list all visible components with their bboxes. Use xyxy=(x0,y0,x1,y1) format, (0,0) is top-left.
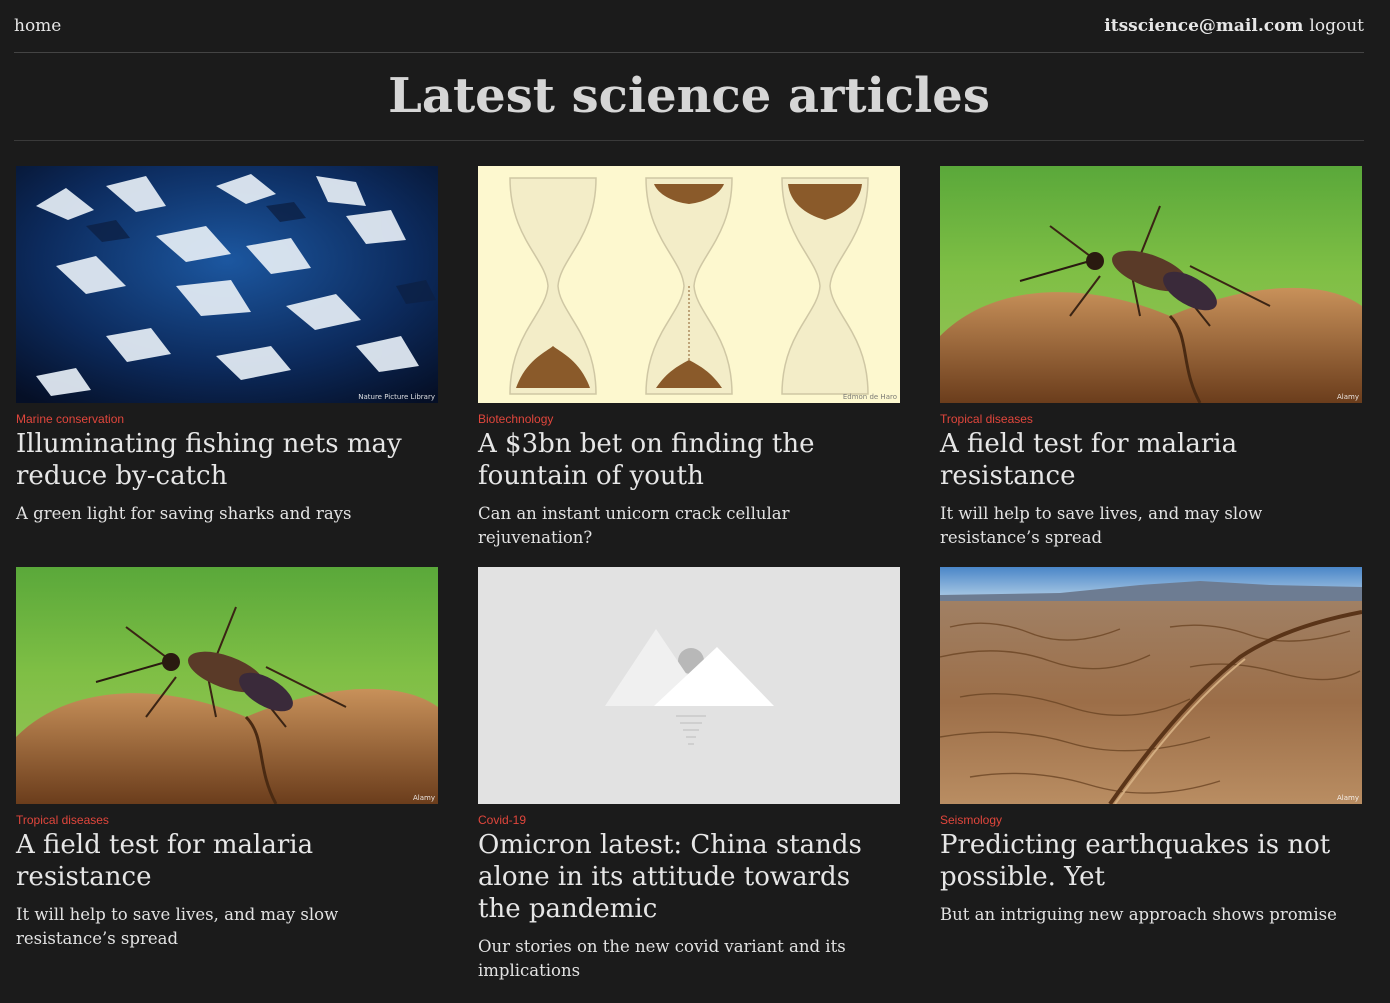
article-card[interactable]: Nature Picture Library Marine conservati… xyxy=(16,166,438,526)
image-credit: Alamy xyxy=(1337,794,1359,802)
article-category[interactable]: Biotechnology xyxy=(478,412,900,426)
article-headline[interactable]: Predicting earthquakes is not possible. … xyxy=(940,829,1362,893)
article-card[interactable]: Edmon de Haro Biotechnology A $3bn bet o… xyxy=(478,166,900,550)
page-title: Latest science articles xyxy=(14,56,1364,141)
article-card[interactable]: Alamy Tropical diseases A field test for… xyxy=(940,166,1362,550)
top-nav: home itsscience@mail.com logout xyxy=(14,0,1364,53)
article-headline[interactable]: A field test for malaria resistance xyxy=(940,428,1362,492)
article-summary: Our stories on the new covid variant and… xyxy=(478,937,846,980)
home-link[interactable]: home xyxy=(14,16,61,36)
article-category[interactable]: Covid-19 xyxy=(478,813,900,827)
article-summary: It will help to save lives, and may slow… xyxy=(16,905,339,948)
logout-link[interactable]: logout xyxy=(1309,16,1364,36)
article-image-fault-line[interactable]: Alamy xyxy=(940,567,1362,804)
article-headline[interactable]: Omicron latest: China stands alone in it… xyxy=(478,829,900,925)
image-credit: Alamy xyxy=(413,794,435,802)
article-card[interactable]: Alamy Tropical diseases A field test for… xyxy=(16,567,438,951)
image-credit: Edmon de Haro xyxy=(842,393,897,401)
article-card[interactable]: Alamy Seismology Predicting earthquakes … xyxy=(940,567,1362,927)
article-summary: But an intriguing new approach shows pro… xyxy=(940,905,1337,924)
article-headline[interactable]: Illuminating fishing nets may reduce by-… xyxy=(16,428,438,492)
article-category[interactable]: Tropical diseases xyxy=(16,813,438,827)
article-summary: It will help to save lives, and may slow… xyxy=(940,504,1263,547)
article-summary: Can an instant unicorn crack cellular re… xyxy=(478,504,790,547)
article-summary: A green light for saving sharks and rays xyxy=(16,504,352,523)
image-credit: Nature Picture Library xyxy=(358,393,435,401)
article-image-mosquito[interactable]: Alamy xyxy=(16,567,438,804)
article-headline[interactable]: A field test for malaria resistance xyxy=(16,829,438,893)
user-email: itsscience@mail.com xyxy=(1104,16,1304,36)
article-image-mosquito[interactable]: Alamy xyxy=(940,166,1362,403)
user-area: itsscience@mail.com logout xyxy=(1104,16,1364,36)
article-card[interactable]: Covid-19 Omicron latest: China stands al… xyxy=(478,567,900,983)
article-category[interactable]: Tropical diseases xyxy=(940,412,1362,426)
article-category[interactable]: Seismology xyxy=(940,813,1362,827)
image-credit: Alamy xyxy=(1337,393,1359,401)
article-headline[interactable]: A $3bn bet on finding the fountain of yo… xyxy=(478,428,900,492)
article-category[interactable]: Marine conservation xyxy=(16,412,438,426)
article-image-hourglasses[interactable]: Edmon de Haro xyxy=(478,166,900,403)
article-image-placeholder[interactable] xyxy=(478,567,900,804)
article-image-rays[interactable]: Nature Picture Library xyxy=(16,166,438,403)
